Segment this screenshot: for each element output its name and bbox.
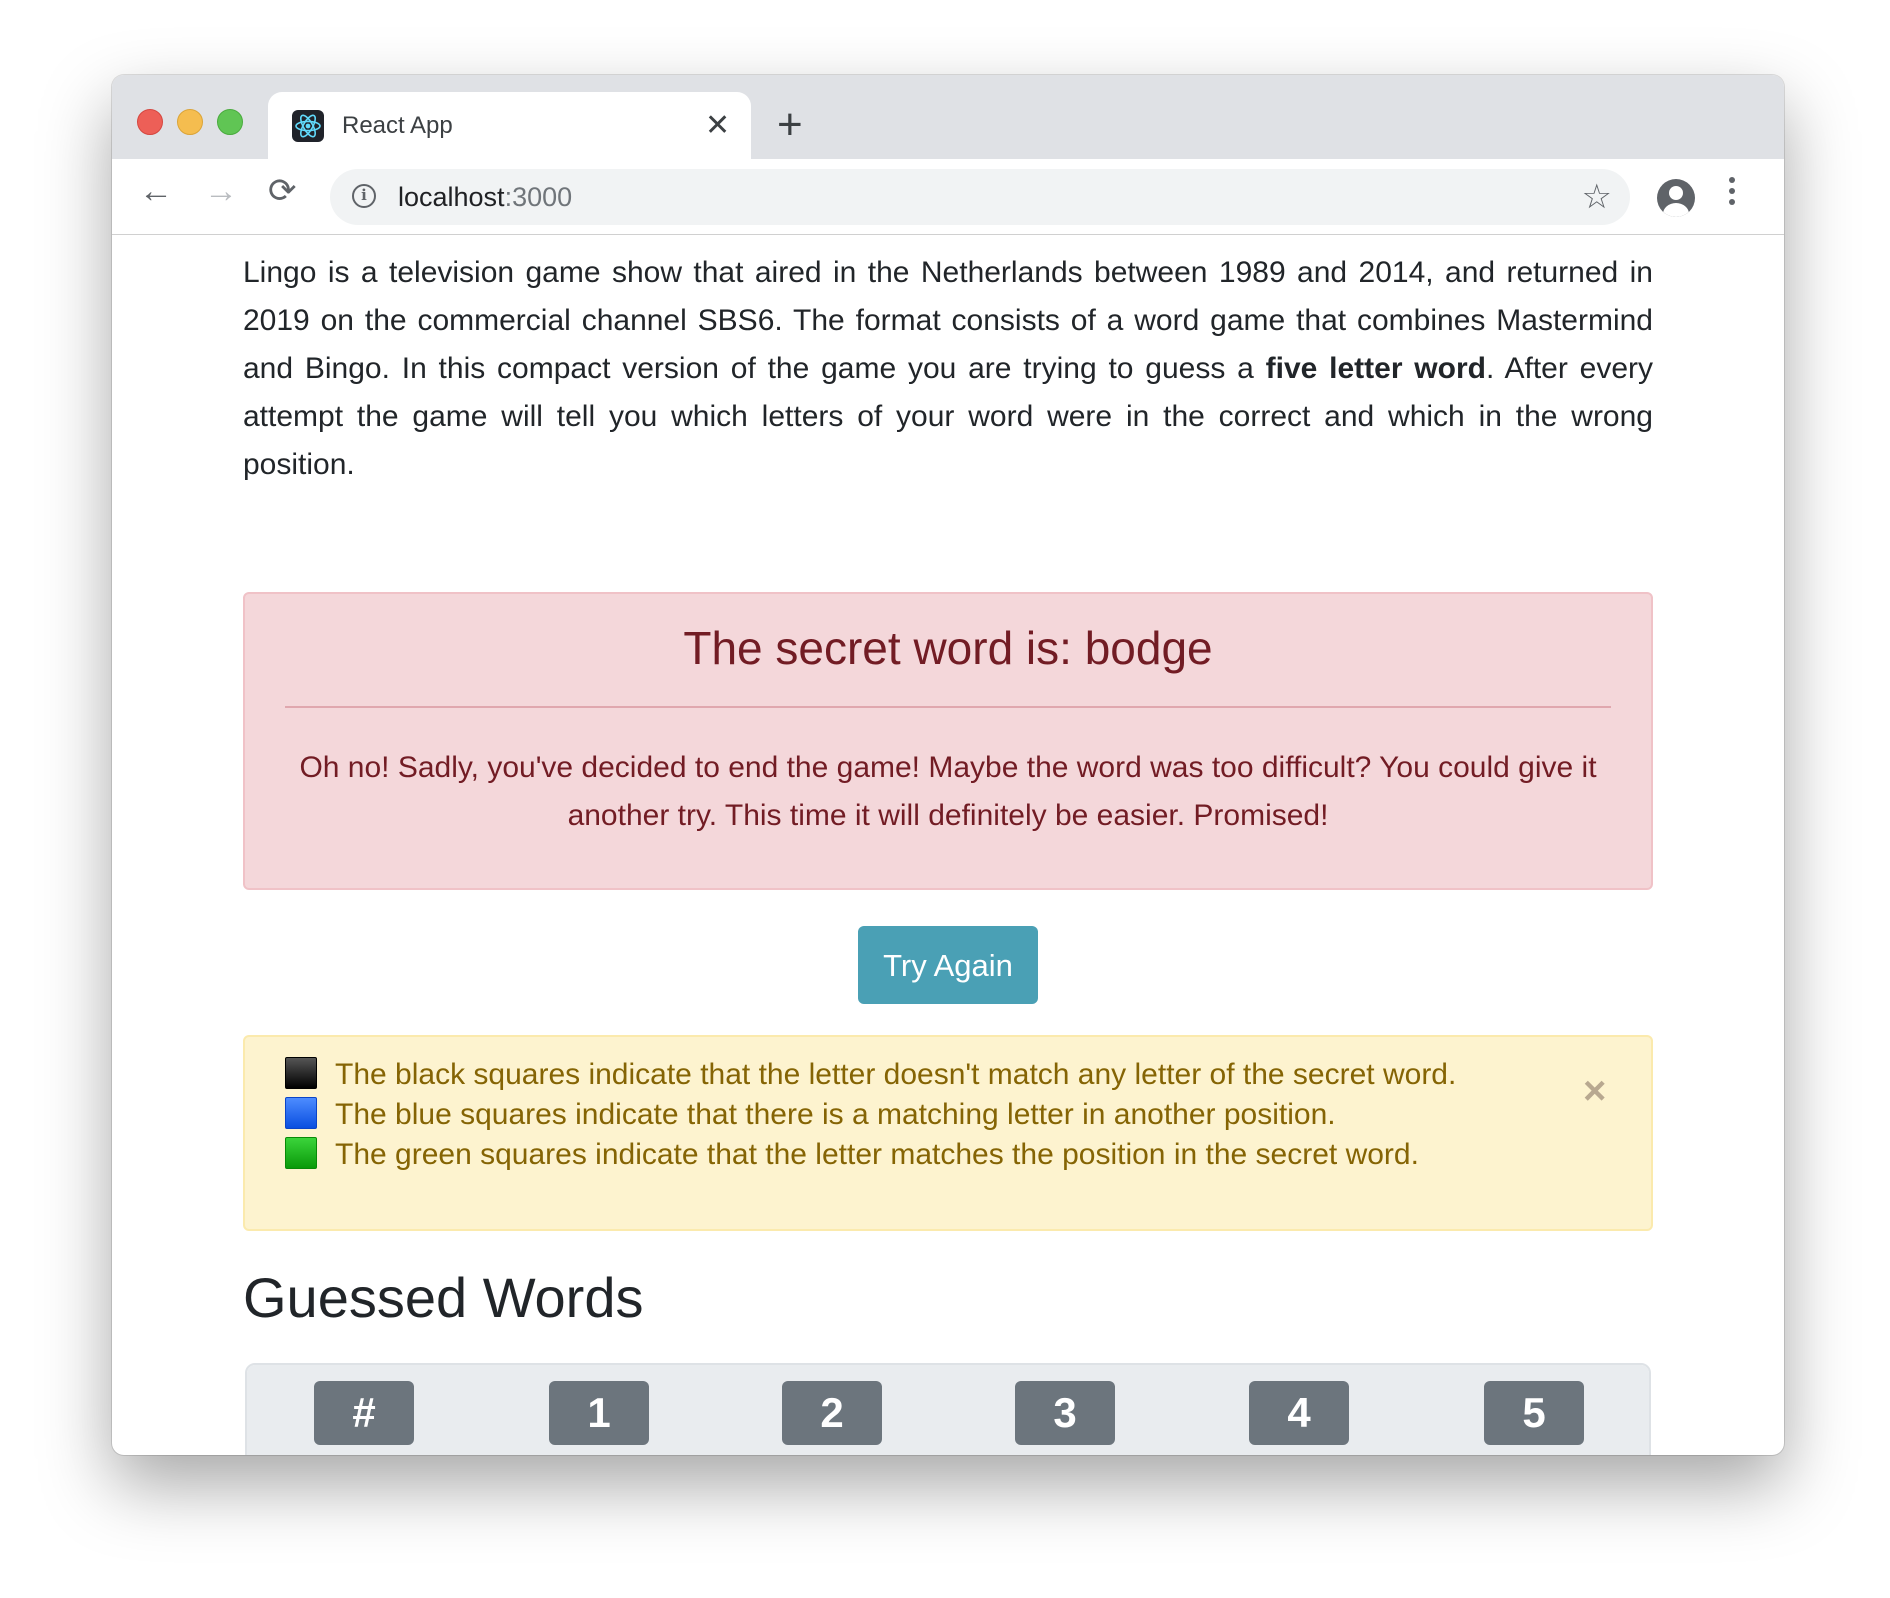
legend-text-blue: The blue squares indicate that there is …	[335, 1098, 1336, 1131]
legend-item-green: The green squares indicate that the lett…	[285, 1135, 1419, 1175]
guessed-words-table: # 1 2 3 4 5 1 h e l l o	[245, 1363, 1651, 1455]
address-bar[interactable]: i localhost:3000 ☆	[330, 169, 1630, 225]
header-position-5: 5	[1484, 1381, 1584, 1445]
alert-divider	[285, 706, 1611, 708]
forward-arrow-icon[interactable]: →	[204, 171, 238, 211]
header-position-1: 1	[549, 1381, 649, 1445]
intro-paragraph: Lingo is a television game show that air…	[243, 249, 1653, 489]
secret-word-heading: The secret word is: bodge	[683, 622, 1213, 674]
table-header-row	[247, 1365, 1649, 1455]
green-square-icon	[285, 1137, 317, 1169]
url-text[interactable]: localhost:3000	[398, 181, 572, 213]
header-position-4: 4	[1249, 1381, 1349, 1445]
legend-text-green: The green squares indicate that the lett…	[335, 1138, 1419, 1171]
close-icon[interactable]: ×	[1583, 1071, 1606, 1111]
header-number: #	[314, 1381, 414, 1445]
new-tab-icon[interactable]: +	[777, 103, 803, 147]
title-bar: React App ✕ +	[112, 75, 1784, 159]
browser-tab[interactable]: React App ✕	[268, 92, 751, 159]
intro-bold-text: five letter word	[1265, 352, 1486, 385]
legend-text-black: The black squares indicate that the lett…	[335, 1058, 1457, 1091]
minimize-window-button[interactable]	[177, 109, 203, 135]
legend-item-blue: The blue squares indicate that there is …	[285, 1095, 1336, 1135]
legend-alert: The black squares indicate that the lett…	[243, 1035, 1653, 1231]
reload-icon[interactable]: ⟳	[268, 171, 297, 211]
tab-title: React App	[342, 112, 453, 139]
tab-close-icon[interactable]: ✕	[705, 110, 730, 142]
back-arrow-icon[interactable]: ←	[139, 171, 173, 211]
maximize-window-button[interactable]	[217, 109, 243, 135]
result-message: Oh no! Sadly, you've decided to end the …	[299, 751, 1597, 832]
black-square-icon	[285, 1057, 317, 1089]
react-icon	[292, 110, 324, 142]
info-icon[interactable]: i	[352, 184, 376, 208]
url-port: :3000	[504, 182, 573, 212]
try-again-button[interactable]: Try Again	[858, 926, 1038, 1004]
url-host: localhost	[398, 182, 505, 212]
menu-dots-icon[interactable]	[1729, 177, 1735, 210]
blue-square-icon	[285, 1097, 317, 1129]
browser-window: React App ✕ + ← → ⟳ i localhost:3000 ☆ L…	[112, 75, 1784, 1455]
bookmark-star-icon[interactable]: ☆	[1582, 177, 1612, 217]
browser-toolbar: ← → ⟳ i localhost:3000 ☆	[112, 159, 1784, 235]
result-alert: The secret word is: bodge Oh no! Sadly, …	[243, 592, 1653, 890]
header-position-3: 3	[1015, 1381, 1115, 1445]
page-content: Lingo is a television game show that air…	[112, 235, 1784, 1455]
header-position-2: 2	[782, 1381, 882, 1445]
account-icon[interactable]	[1657, 179, 1695, 217]
guessed-words-title: Guessed Words	[243, 1266, 644, 1329]
close-window-button[interactable]	[137, 109, 163, 135]
legend-item-black: The black squares indicate that the lett…	[285, 1055, 1456, 1095]
